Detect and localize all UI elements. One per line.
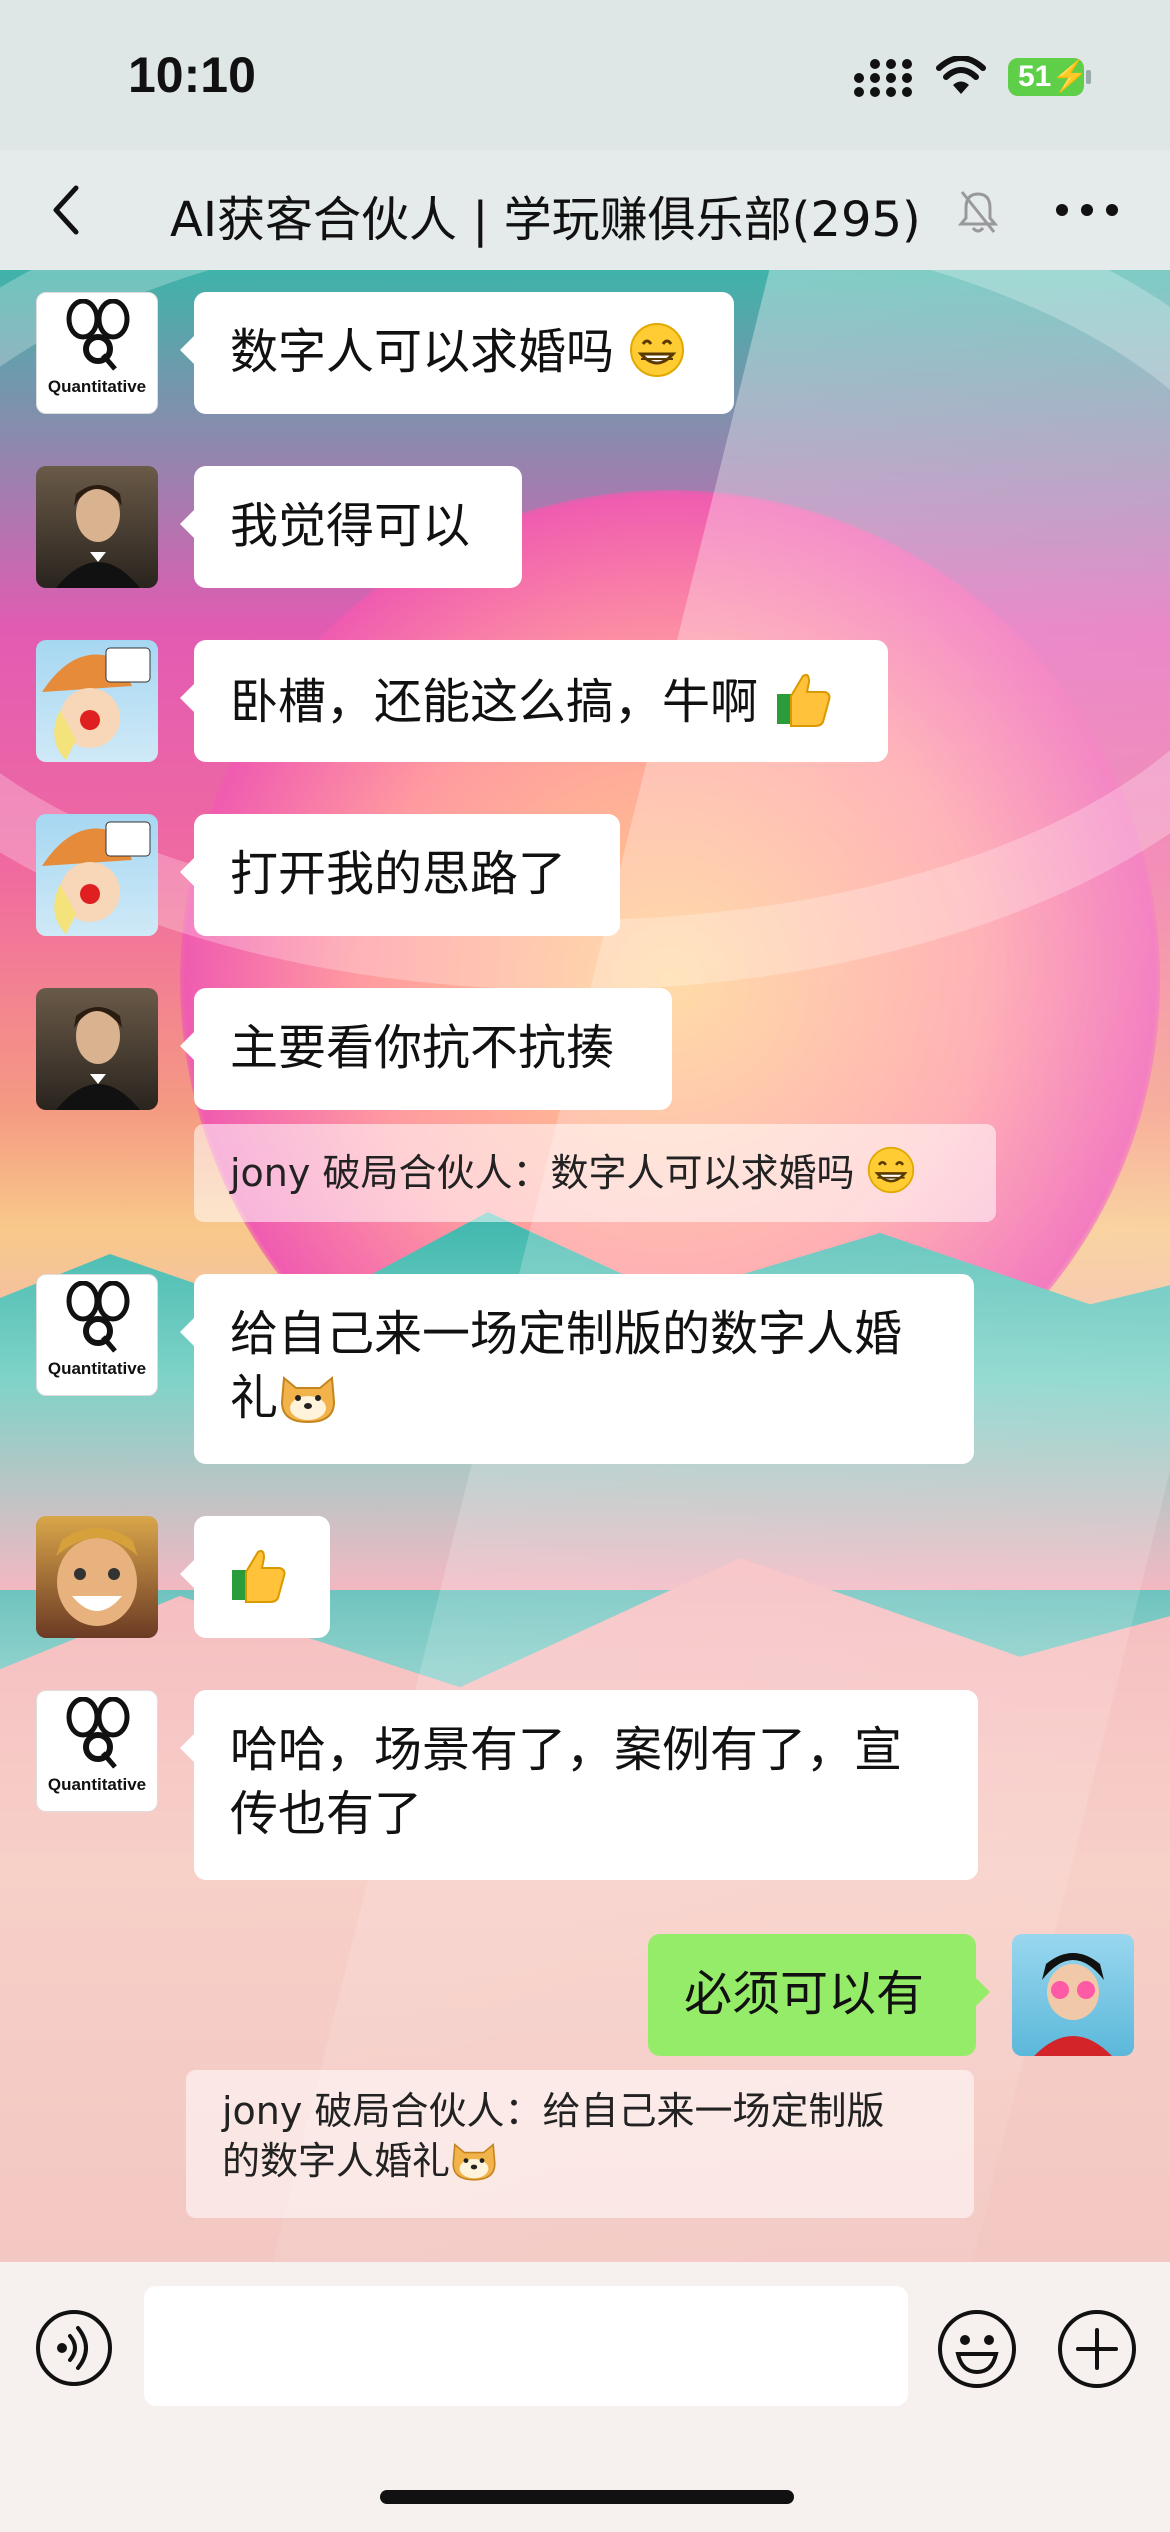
message-input[interactable] <box>144 2286 908 2406</box>
back-icon[interactable] <box>46 180 86 240</box>
cellular-signal-icon <box>854 59 912 97</box>
person-photo-icon <box>56 1528 138 1626</box>
message-text: 主要看你抗不抗揍 <box>230 1020 615 1076</box>
avatar-monkey-photo[interactable] <box>36 1516 158 1638</box>
person-photo-icon <box>56 1007 140 1110</box>
cartoon-character-icon <box>1034 1953 1112 2056</box>
message-bubble[interactable] <box>180 1516 330 1638</box>
avatar-label: Quantitative <box>47 377 147 396</box>
battery-indicator: 51⚡ <box>1008 58 1089 96</box>
message-text: 必须可以有 <box>684 1966 925 2022</box>
bee-logo-icon <box>66 1281 130 1353</box>
chat-title: AI获客合伙人 | 学玩赚俱乐部(295) <box>170 192 921 248</box>
message-bubble[interactable]: 主要看你抗不抗揍 <box>180 988 672 1110</box>
bee-logo-icon <box>66 1697 130 1769</box>
message-text: 打开我的思路了 <box>230 846 567 902</box>
quote-text: jony 破局合伙人：数字人可以求婚吗 <box>230 1151 855 1195</box>
cartoon-character-icon <box>42 647 151 760</box>
message-bubble[interactable]: 我觉得可以 <box>180 466 522 588</box>
charging-bolt-icon: ⚡ <box>1051 60 1089 93</box>
avatar-label: Quantitative <box>47 1775 147 1794</box>
message-text-line: 给自己来一场定制版的数字人婚 <box>230 1306 903 1362</box>
avatar-label: Quantitative <box>47 1359 147 1378</box>
avatar-pirate-cartoon[interactable] <box>36 640 158 762</box>
message-bubble[interactable]: 打开我的思路了 <box>180 814 620 936</box>
message-text-line: 传也有了 <box>230 1786 423 1842</box>
message-bubble[interactable]: 给自己来一场定制版的数字人婚 礼 <box>180 1274 974 1464</box>
avatar-quantitative[interactable]: Quantitative <box>36 292 158 414</box>
home-indicator[interactable] <box>380 2490 794 2504</box>
message-text-line: 哈哈，场景有了，案例有了，宣 <box>230 1722 903 1778</box>
message-bubble[interactable]: 卧槽，还能这么搞，牛啊 <box>180 640 888 762</box>
avatar-pirate-cartoon[interactable] <box>36 814 158 936</box>
quote-text-line: 的数字人婚礼 <box>222 2136 938 2186</box>
avatar-tux-photo[interactable] <box>36 988 158 1110</box>
my-avatar[interactable] <box>1012 1934 1134 2056</box>
thumbs-up-emoji-icon <box>232 1549 286 1603</box>
grin-emoji-icon <box>630 323 685 377</box>
my-message-bubble[interactable]: 必须可以有 <box>648 1934 990 2056</box>
status-bar: 10:10 51⚡ <box>0 0 1170 150</box>
message-list[interactable]: Quantitative 数字人可以求婚吗 我觉得可以 卧槽，还能这么搞，牛啊 … <box>0 270 1170 2260</box>
plus-icon[interactable] <box>1056 2308 1138 2390</box>
person-photo-icon <box>56 485 140 588</box>
thumbs-up-emoji-icon <box>777 673 831 727</box>
message-text: 卧槽，还能这么搞，牛啊 <box>230 674 759 730</box>
message-bubble[interactable]: 哈哈，场景有了，案例有了，宣 传也有了 <box>180 1690 978 1880</box>
quoted-message[interactable]: jony 破局合伙人：数字人可以求婚吗 <box>194 1124 996 1222</box>
emoji-icon[interactable] <box>936 2308 1018 2390</box>
avatar-quantitative[interactable]: Quantitative <box>36 1690 158 1812</box>
avatar-tux-photo[interactable] <box>36 466 158 588</box>
quoted-message[interactable]: jony 破局合伙人：给自己来一场定制版 的数字人婚礼 <box>186 2070 974 2218</box>
doge-emoji-icon <box>452 2143 496 2181</box>
quote-text: 的数字人婚礼 <box>222 2139 451 2183</box>
battery-level: 51 <box>1018 60 1052 93</box>
message-text: 数字人可以求婚吗 <box>230 324 615 380</box>
battery-tip <box>1086 70 1091 84</box>
quote-text-line: jony 破局合伙人：给自己来一场定制版 <box>222 2089 885 2133</box>
doge-emoji-icon <box>281 1376 336 1424</box>
message-bubble[interactable]: 数字人可以求婚吗 <box>180 292 734 414</box>
avatar-quantitative[interactable]: Quantitative <box>36 1274 158 1396</box>
message-text: 礼 <box>230 1370 279 1426</box>
message-text: 我觉得可以 <box>230 498 471 554</box>
voice-icon[interactable] <box>34 2308 114 2388</box>
cartoon-character-icon <box>42 821 151 934</box>
wifi-icon <box>936 56 986 94</box>
bee-logo-icon <box>66 299 130 371</box>
grin-emoji-icon <box>867 1146 914 1194</box>
message-text-line: 礼 <box>230 1366 938 1430</box>
status-time: 10:10 <box>128 47 256 103</box>
chat-header: AI获客合伙人 | 学玩赚俱乐部(295) <box>0 150 1170 270</box>
mute-icon <box>958 191 998 233</box>
more-icon[interactable] <box>1052 200 1122 220</box>
